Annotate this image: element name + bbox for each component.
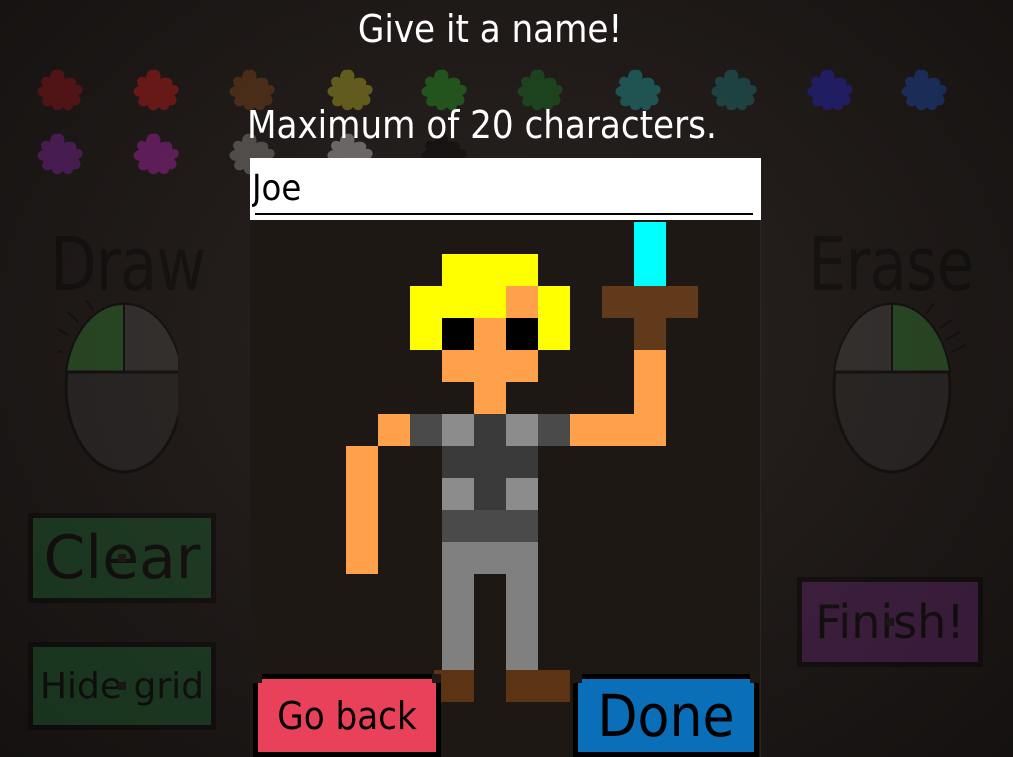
sprite-pixel bbox=[634, 318, 666, 350]
sprite-pixel bbox=[570, 414, 666, 446]
hide-grid-button-label: Hide grid bbox=[39, 665, 205, 707]
sprite-pixel bbox=[442, 510, 538, 542]
corner bbox=[750, 674, 759, 683]
done-button[interactable]: Done bbox=[573, 674, 759, 757]
name-field-container bbox=[250, 158, 761, 220]
palette-color-splat[interactable] bbox=[124, 66, 182, 112]
palette-color-splat[interactable] bbox=[28, 130, 86, 176]
canvas-border bbox=[760, 220, 761, 757]
name-input[interactable] bbox=[252, 166, 752, 210]
sprite-pixel bbox=[506, 286, 538, 318]
go-back-button[interactable]: Go back bbox=[253, 674, 441, 757]
sprite-pixel bbox=[474, 382, 506, 414]
corner bbox=[253, 674, 262, 683]
right-mouse-icon bbox=[830, 300, 967, 474]
sprite-pixel bbox=[506, 574, 538, 670]
clear-button-label: Clear bbox=[43, 523, 201, 593]
finish-button[interactable]: Finish! bbox=[797, 577, 983, 667]
sprite-pixel bbox=[474, 414, 506, 446]
sprite-pixel bbox=[442, 350, 538, 382]
sprite-pixel bbox=[346, 446, 378, 574]
sprite-pixel bbox=[634, 350, 666, 414]
palette-color-splat[interactable] bbox=[798, 66, 856, 112]
sprite-pixel bbox=[506, 478, 538, 510]
left-mouse-icon bbox=[47, 299, 184, 474]
dialog-subtitle: Maximum of 20 characters. bbox=[247, 103, 717, 147]
sprite-pixel bbox=[442, 478, 474, 510]
sprite-pixel bbox=[442, 318, 474, 350]
corner bbox=[573, 674, 582, 683]
finish-button-label: Finish! bbox=[815, 595, 965, 649]
sprite-pixel bbox=[474, 318, 506, 350]
sprite-pixel bbox=[506, 414, 538, 446]
sprite-pixel bbox=[442, 446, 538, 478]
sprite-pixel bbox=[506, 318, 538, 350]
sprite-pixel bbox=[442, 574, 474, 670]
sprite-pixel bbox=[538, 414, 570, 446]
palette-color-splat[interactable] bbox=[124, 130, 182, 176]
sprite-pixel bbox=[378, 414, 410, 446]
sprite-pixel bbox=[538, 286, 570, 350]
dialog-title: Give it a name! bbox=[357, 7, 623, 51]
draw-label: Draw bbox=[50, 222, 206, 308]
text-underline bbox=[255, 213, 753, 215]
corner bbox=[432, 674, 441, 683]
sprite-pixel bbox=[602, 286, 698, 318]
done-label: Done bbox=[597, 681, 735, 750]
sprite-pixel bbox=[506, 670, 570, 702]
hide-grid-button[interactable]: Hide grid bbox=[28, 642, 216, 730]
go-back-label: Go back bbox=[277, 693, 417, 738]
palette-color-splat[interactable] bbox=[28, 66, 86, 112]
sprite-pixel bbox=[442, 254, 538, 286]
sprite-pixel bbox=[442, 542, 538, 574]
sprite-pixel bbox=[410, 414, 442, 446]
palette-color-splat[interactable] bbox=[892, 66, 950, 112]
erase-label: Erase bbox=[808, 222, 974, 308]
sprite-pixel bbox=[442, 414, 474, 446]
clear-button[interactable]: Clear bbox=[28, 513, 216, 603]
